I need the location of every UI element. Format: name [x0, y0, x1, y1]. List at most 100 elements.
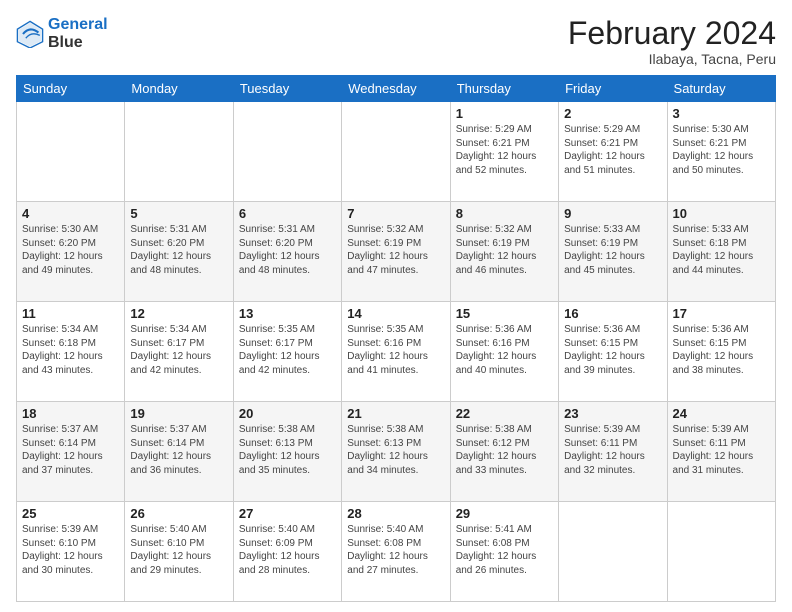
day-info: Sunrise: 5:32 AM Sunset: 6:19 PM Dayligh… — [347, 223, 444, 277]
logo-text: General Blue — [48, 16, 108, 51]
day-number: 18 — [22, 406, 119, 421]
day-info: Sunrise: 5:35 AM Sunset: 6:16 PM Dayligh… — [347, 323, 444, 377]
day-cell: 9Sunrise: 5:33 AM Sunset: 6:19 PM Daylig… — [559, 202, 667, 302]
day-info: Sunrise: 5:36 AM Sunset: 6:16 PM Dayligh… — [456, 323, 553, 377]
day-number: 11 — [22, 306, 119, 321]
header-cell-tuesday: Tuesday — [233, 76, 341, 102]
day-info: Sunrise: 5:39 AM Sunset: 6:11 PM Dayligh… — [673, 423, 770, 477]
day-cell: 1 Sunrise: 5:29 AM Sunset: 6:21 PM Daylig… — [450, 102, 558, 202]
day-number: 1 — [456, 106, 553, 121]
day-number: 8 — [456, 206, 553, 221]
day-cell: 27 Sunrise: 5:40 AM Sunset: 6:09 PM Dayli… — [233, 502, 341, 602]
day-info: Sunrise: 5:30 AM Sunset: 6:20 PM Dayligh… — [22, 223, 119, 277]
day-cell: 16 Sunrise: 5:36 AM Sunset: 6:15 PM Dayli… — [559, 302, 667, 402]
day-info: Sunrise: 5:37 AM Sunset: 6:14 PM Dayligh… — [130, 423, 227, 477]
week-row: 1 Sunrise: 5:29 AM Sunset: 6:21 PM Daylig… — [17, 102, 776, 202]
day-info: Sunrise: 5:37 AM Sunset: 6:14 PM Dayligh… — [22, 423, 119, 477]
logo: General Blue — [16, 16, 108, 51]
day-cell: 10 Sunrise: 5:33 AM Sunset: 6:18 PM Dayli… — [667, 202, 775, 302]
day-info: Sunrise: 5:33 AM Sunset: 6:19 PM Dayligh… — [564, 223, 661, 277]
day-info: Sunrise: 5:29 AM Sunset: 6:21 PM Dayligh… — [456, 123, 553, 177]
header-cell-monday: Monday — [125, 76, 233, 102]
day-cell: 5 Sunrise: 5:31 AM Sunset: 6:20 PM Daylig… — [125, 202, 233, 302]
day-cell: 15 Sunrise: 5:36 AM Sunset: 6:16 PM Dayli… — [450, 302, 558, 402]
day-number: 27 — [239, 506, 336, 521]
header: General Blue February 2024 Ilabaya, Tacn… — [16, 16, 776, 67]
day-cell — [233, 102, 341, 202]
day-cell: 7 Sunrise: 5:32 AM Sunset: 6:19 PM Daylig… — [342, 202, 450, 302]
day-number: 7 — [347, 206, 444, 221]
day-number: 15 — [456, 306, 553, 321]
day-cell: 14 Sunrise: 5:35 AM Sunset: 6:16 PM Dayli… — [342, 302, 450, 402]
calendar-body: 1 Sunrise: 5:29 AM Sunset: 6:21 PM Daylig… — [17, 102, 776, 602]
day-info: Sunrise: 5:39 AM Sunset: 6:11 PM Dayligh… — [564, 423, 661, 477]
week-row: 4 Sunrise: 5:30 AM Sunset: 6:20 PM Daylig… — [17, 202, 776, 302]
day-cell: 21Sunrise: 5:38 AM Sunset: 6:13 PM Dayli… — [342, 402, 450, 502]
day-cell: 28 Sunrise: 5:40 AM Sunset: 6:08 PM Dayli… — [342, 502, 450, 602]
day-info: Sunrise: 5:35 AM Sunset: 6:17 PM Dayligh… — [239, 323, 336, 377]
page-title: February 2024 — [568, 16, 776, 51]
day-info: Sunrise: 5:40 AM Sunset: 6:09 PM Dayligh… — [239, 523, 336, 577]
day-number: 4 — [22, 206, 119, 221]
day-info: Sunrise: 5:31 AM Sunset: 6:20 PM Dayligh… — [239, 223, 336, 277]
day-info: Sunrise: 5:36 AM Sunset: 6:15 PM Dayligh… — [673, 323, 770, 377]
calendar-header: SundayMondayTuesdayWednesdayThursdayFrid… — [17, 76, 776, 102]
logo-icon — [16, 20, 44, 48]
day-info: Sunrise: 5:36 AM Sunset: 6:15 PM Dayligh… — [564, 323, 661, 377]
day-cell — [667, 502, 775, 602]
header-row: SundayMondayTuesdayWednesdayThursdayFrid… — [17, 76, 776, 102]
day-number: 16 — [564, 306, 661, 321]
day-cell: 22 Sunrise: 5:38 AM Sunset: 6:12 PM Dayli… — [450, 402, 558, 502]
day-number: 17 — [673, 306, 770, 321]
day-info: Sunrise: 5:30 AM Sunset: 6:21 PM Dayligh… — [673, 123, 770, 177]
day-number: 10 — [673, 206, 770, 221]
day-info: Sunrise: 5:41 AM Sunset: 6:08 PM Dayligh… — [456, 523, 553, 577]
day-cell — [125, 102, 233, 202]
day-number: 23 — [564, 406, 661, 421]
day-cell: 17 Sunrise: 5:36 AM Sunset: 6:15 PM Dayli… — [667, 302, 775, 402]
day-cell: 8Sunrise: 5:32 AM Sunset: 6:19 PM Daylig… — [450, 202, 558, 302]
day-cell: 2 Sunrise: 5:29 AM Sunset: 6:21 PM Daylig… — [559, 102, 667, 202]
day-cell: 20Sunrise: 5:38 AM Sunset: 6:13 PM Dayli… — [233, 402, 341, 502]
day-info: Sunrise: 5:39 AM Sunset: 6:10 PM Dayligh… — [22, 523, 119, 577]
week-row: 25Sunrise: 5:39 AM Sunset: 6:10 PM Dayli… — [17, 502, 776, 602]
day-info: Sunrise: 5:40 AM Sunset: 6:08 PM Dayligh… — [347, 523, 444, 577]
week-row: 11Sunrise: 5:34 AM Sunset: 6:18 PM Dayli… — [17, 302, 776, 402]
header-cell-thursday: Thursday — [450, 76, 558, 102]
day-cell: 13 Sunrise: 5:35 AM Sunset: 6:17 PM Dayli… — [233, 302, 341, 402]
day-cell: 25Sunrise: 5:39 AM Sunset: 6:10 PM Dayli… — [17, 502, 125, 602]
day-number: 22 — [456, 406, 553, 421]
day-info: Sunrise: 5:40 AM Sunset: 6:10 PM Dayligh… — [130, 523, 227, 577]
day-number: 13 — [239, 306, 336, 321]
day-number: 6 — [239, 206, 336, 221]
day-info: Sunrise: 5:38 AM Sunset: 6:12 PM Dayligh… — [456, 423, 553, 477]
page-subtitle: Ilabaya, Tacna, Peru — [568, 51, 776, 67]
day-cell: 29Sunrise: 5:41 AM Sunset: 6:08 PM Dayli… — [450, 502, 558, 602]
day-info: Sunrise: 5:33 AM Sunset: 6:18 PM Dayligh… — [673, 223, 770, 277]
day-cell — [17, 102, 125, 202]
day-cell: 26 Sunrise: 5:40 AM Sunset: 6:10 PM Dayli… — [125, 502, 233, 602]
day-info: Sunrise: 5:29 AM Sunset: 6:21 PM Dayligh… — [564, 123, 661, 177]
day-number: 21 — [347, 406, 444, 421]
day-cell: 11Sunrise: 5:34 AM Sunset: 6:18 PM Dayli… — [17, 302, 125, 402]
day-number: 2 — [564, 106, 661, 121]
day-cell: 6 Sunrise: 5:31 AM Sunset: 6:20 PM Daylig… — [233, 202, 341, 302]
day-info: Sunrise: 5:31 AM Sunset: 6:20 PM Dayligh… — [130, 223, 227, 277]
header-cell-wednesday: Wednesday — [342, 76, 450, 102]
day-number: 24 — [673, 406, 770, 421]
day-cell — [342, 102, 450, 202]
day-cell: 19 Sunrise: 5:37 AM Sunset: 6:14 PM Dayli… — [125, 402, 233, 502]
day-number: 19 — [130, 406, 227, 421]
title-block: February 2024 Ilabaya, Tacna, Peru — [568, 16, 776, 67]
day-cell — [559, 502, 667, 602]
day-number: 14 — [347, 306, 444, 321]
header-cell-friday: Friday — [559, 76, 667, 102]
day-number: 26 — [130, 506, 227, 521]
day-number: 5 — [130, 206, 227, 221]
week-row: 18 Sunrise: 5:37 AM Sunset: 6:14 PM Dayli… — [17, 402, 776, 502]
day-cell: 18 Sunrise: 5:37 AM Sunset: 6:14 PM Dayli… — [17, 402, 125, 502]
day-cell: 24 Sunrise: 5:39 AM Sunset: 6:11 PM Dayli… — [667, 402, 775, 502]
day-number: 12 — [130, 306, 227, 321]
calendar-table: SundayMondayTuesdayWednesdayThursdayFrid… — [16, 75, 776, 602]
day-number: 28 — [347, 506, 444, 521]
